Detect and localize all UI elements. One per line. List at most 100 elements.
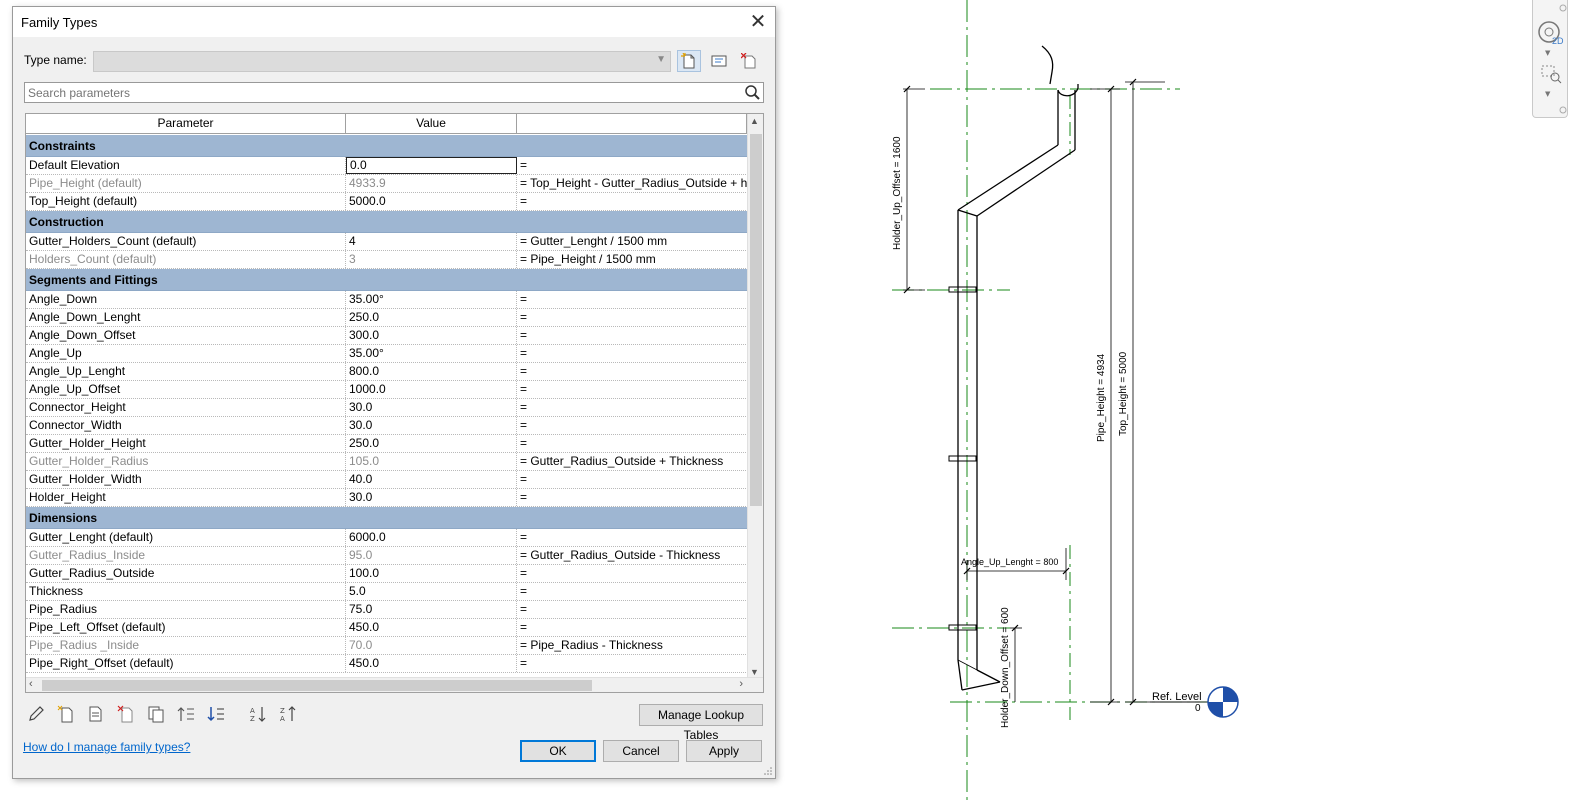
edit-parameter-button[interactable] bbox=[25, 703, 47, 725]
parameter-formula-field[interactable]: = bbox=[517, 619, 747, 636]
parameter-row[interactable]: Gutter_Holder_Height 250.0 = bbox=[26, 435, 748, 453]
parameter-formula-field[interactable]: = bbox=[517, 565, 747, 582]
parameter-formula-field[interactable]: = Gutter_Lenght / 1500 mm bbox=[517, 233, 747, 250]
parameter-row[interactable]: Angle_Down_Lenght 250.0 = bbox=[26, 309, 748, 327]
parameter-group-header[interactable]: Dimensions bbox=[26, 507, 748, 529]
parameter-row[interactable]: Pipe_Left_Offset (default) 450.0 = bbox=[26, 619, 748, 637]
parameter-formula-field[interactable]: = Gutter_Radius_Outside - Thickness bbox=[517, 547, 747, 564]
nav-options-icon[interactable] bbox=[1559, 106, 1567, 114]
column-header-parameter[interactable]: Parameter bbox=[26, 114, 346, 134]
parameter-value-field[interactable]: 800.0 bbox=[346, 363, 517, 380]
search-input[interactable] bbox=[25, 83, 725, 102]
parameter-formula-field[interactable]: = bbox=[517, 529, 747, 546]
parameter-value-field[interactable]: 3 bbox=[346, 251, 517, 268]
parameter-value-field[interactable]: 75.0 bbox=[346, 601, 517, 618]
parameter-value-field[interactable]: 30.0 bbox=[346, 399, 517, 416]
parameter-formula-field[interactable]: = Top_Height - Gutter_Radius_Outside + h bbox=[517, 175, 747, 192]
parameter-value-field[interactable]: 0.0 bbox=[346, 157, 517, 174]
parameter-formula-field[interactable]: = bbox=[517, 435, 747, 452]
parameter-value-field[interactable]: 105.0 bbox=[346, 453, 517, 470]
steering-wheel-2d-icon[interactable]: 2D bbox=[1538, 21, 1564, 46]
parameter-row[interactable]: Holder_Height 30.0 = bbox=[26, 489, 748, 507]
chevron-down-icon[interactable]: ▼ bbox=[1545, 49, 1551, 57]
parameter-row[interactable]: Angle_Up_Lenght 800.0 = bbox=[26, 363, 748, 381]
parameter-formula-field[interactable]: = bbox=[517, 417, 747, 434]
parameter-value-field[interactable]: 35.00° bbox=[346, 345, 517, 362]
apply-button[interactable]: Apply bbox=[686, 740, 762, 762]
parameter-row[interactable]: Top_Height (default) 5000.0 = bbox=[26, 193, 748, 211]
parameter-row[interactable]: Angle_Up 35.00° = bbox=[26, 345, 748, 363]
parameter-value-field[interactable]: 250.0 bbox=[346, 435, 517, 452]
scroll-thumb[interactable] bbox=[750, 134, 762, 506]
parameter-value-field[interactable]: 30.0 bbox=[346, 417, 517, 434]
parameter-formula-field[interactable]: = bbox=[517, 471, 747, 488]
parameter-row[interactable]: Connector_Width 30.0 = bbox=[26, 417, 748, 435]
help-link[interactable]: How do I manage family types? bbox=[23, 740, 190, 754]
parameter-value-field[interactable]: 100.0 bbox=[346, 565, 517, 582]
parameter-group-header[interactable]: Segments and Fittings bbox=[26, 269, 748, 291]
pipe-height-dim[interactable]: Pipe_Height = 4934 bbox=[1096, 353, 1107, 442]
holder-down-offset-dim[interactable]: Holder_Down_Offset = 600 bbox=[1000, 607, 1011, 728]
move-down-button[interactable] bbox=[205, 703, 227, 725]
new-type-button[interactable] bbox=[677, 50, 701, 72]
parameter-row[interactable]: Angle_Up_Offset 1000.0 = bbox=[26, 381, 748, 399]
parameter-row[interactable]: Gutter_Holders_Count (default) 4 = Gutter_… bbox=[26, 233, 748, 251]
parameter-properties-button[interactable] bbox=[85, 703, 107, 725]
parameter-row[interactable]: Thickness 5.0 = bbox=[26, 583, 748, 601]
parameter-value-field[interactable]: 1000.0 bbox=[346, 381, 517, 398]
column-header-formula[interactable] bbox=[517, 114, 747, 134]
parameter-value-field[interactable]: 70.0 bbox=[346, 637, 517, 654]
dialog-titlebar[interactable]: Family Types ✕ bbox=[13, 7, 775, 37]
ok-button[interactable]: OK bbox=[520, 740, 596, 762]
parameter-formula-field[interactable]: = bbox=[517, 399, 747, 416]
vertical-scrollbar[interactable]: ▲ ▼ bbox=[747, 114, 763, 679]
parameter-row[interactable]: Gutter_Holder_Radius 105.0 = Gutter_Radius… bbox=[26, 453, 748, 471]
chevron-down-icon[interactable]: ▼ bbox=[1545, 90, 1551, 98]
parameter-row[interactable]: Pipe_Radius _Inside 70.0 = Pipe_Radius - T… bbox=[26, 637, 748, 655]
scroll-down-icon[interactable]: ▼ bbox=[750, 667, 759, 677]
parameter-row[interactable]: Default Elevation 0.0 = bbox=[26, 157, 748, 175]
parameter-row[interactable]: Angle_Down 35.00° = bbox=[26, 291, 748, 309]
parameter-row[interactable]: Gutter_Holder_Width 40.0 = bbox=[26, 471, 748, 489]
parameter-value-field[interactable]: 95.0 bbox=[346, 547, 517, 564]
close-icon[interactable]: ✕ bbox=[745, 9, 771, 35]
scroll-left-icon[interactable]: ‹ bbox=[29, 678, 33, 690]
close-nav-icon[interactable] bbox=[1559, 4, 1567, 12]
resize-grip-icon[interactable] bbox=[763, 766, 773, 776]
parameter-formula-field[interactable]: = bbox=[517, 291, 747, 308]
sort-descending-button[interactable]: ZA bbox=[277, 703, 299, 725]
parameter-value-field[interactable]: 35.00° bbox=[346, 291, 517, 308]
parameter-formula-field[interactable]: = Pipe_Radius - Thickness bbox=[517, 637, 747, 654]
parameter-row[interactable]: Angle_Down_Offset 300.0 = bbox=[26, 327, 748, 345]
parameters-grid[interactable]: Parameter Value Constraints Default Eleva… bbox=[25, 113, 764, 693]
angle-up-lenght-dim[interactable]: Angle_Up_Lenght = 800 bbox=[961, 557, 1058, 567]
parameter-value-field[interactable]: 5.0 bbox=[346, 583, 517, 600]
top-height-dim[interactable]: Top_Height = 5000 bbox=[1118, 351, 1129, 436]
parameter-value-field[interactable]: 250.0 bbox=[346, 309, 517, 326]
new-parameter-button[interactable] bbox=[55, 703, 77, 725]
parameter-row[interactable]: Connector_Height 30.0 = bbox=[26, 399, 748, 417]
parameter-value-field[interactable]: 4 bbox=[346, 233, 517, 250]
parameter-formula-field[interactable]: = bbox=[517, 601, 747, 618]
parameter-formula-field[interactable]: = bbox=[517, 157, 747, 174]
parameter-row[interactable]: Gutter_Lenght (default) 6000.0 = bbox=[26, 529, 748, 547]
parameter-formula-field[interactable]: = bbox=[517, 363, 747, 380]
scroll-up-icon[interactable]: ▲ bbox=[750, 116, 759, 126]
parameter-row[interactable]: Pipe_Right_Offset (default) 450.0 = bbox=[26, 655, 748, 673]
horizontal-scrollbar[interactable]: ‹ › bbox=[26, 677, 763, 692]
parameter-formula-field[interactable]: = bbox=[517, 309, 747, 326]
delete-parameter-button[interactable] bbox=[115, 703, 137, 725]
parameter-formula-field[interactable]: = bbox=[517, 193, 747, 210]
search-icon[interactable] bbox=[743, 84, 761, 102]
duplicate-parameter-button[interactable] bbox=[145, 703, 167, 725]
parameter-formula-field[interactable]: = bbox=[517, 381, 747, 398]
parameter-value-field[interactable]: 30.0 bbox=[346, 489, 517, 506]
parameter-value-field[interactable]: 40.0 bbox=[346, 471, 517, 488]
cancel-button[interactable]: Cancel bbox=[603, 740, 679, 762]
scroll-thumb[interactable] bbox=[42, 680, 592, 691]
parameter-value-field[interactable]: 6000.0 bbox=[346, 529, 517, 546]
scroll-right-icon[interactable]: › bbox=[739, 678, 743, 690]
sort-ascending-button[interactable]: AZ bbox=[247, 703, 269, 725]
parameter-row[interactable]: Gutter_Radius_Outside 100.0 = bbox=[26, 565, 748, 583]
parameter-group-header[interactable]: Constraints bbox=[26, 135, 748, 157]
